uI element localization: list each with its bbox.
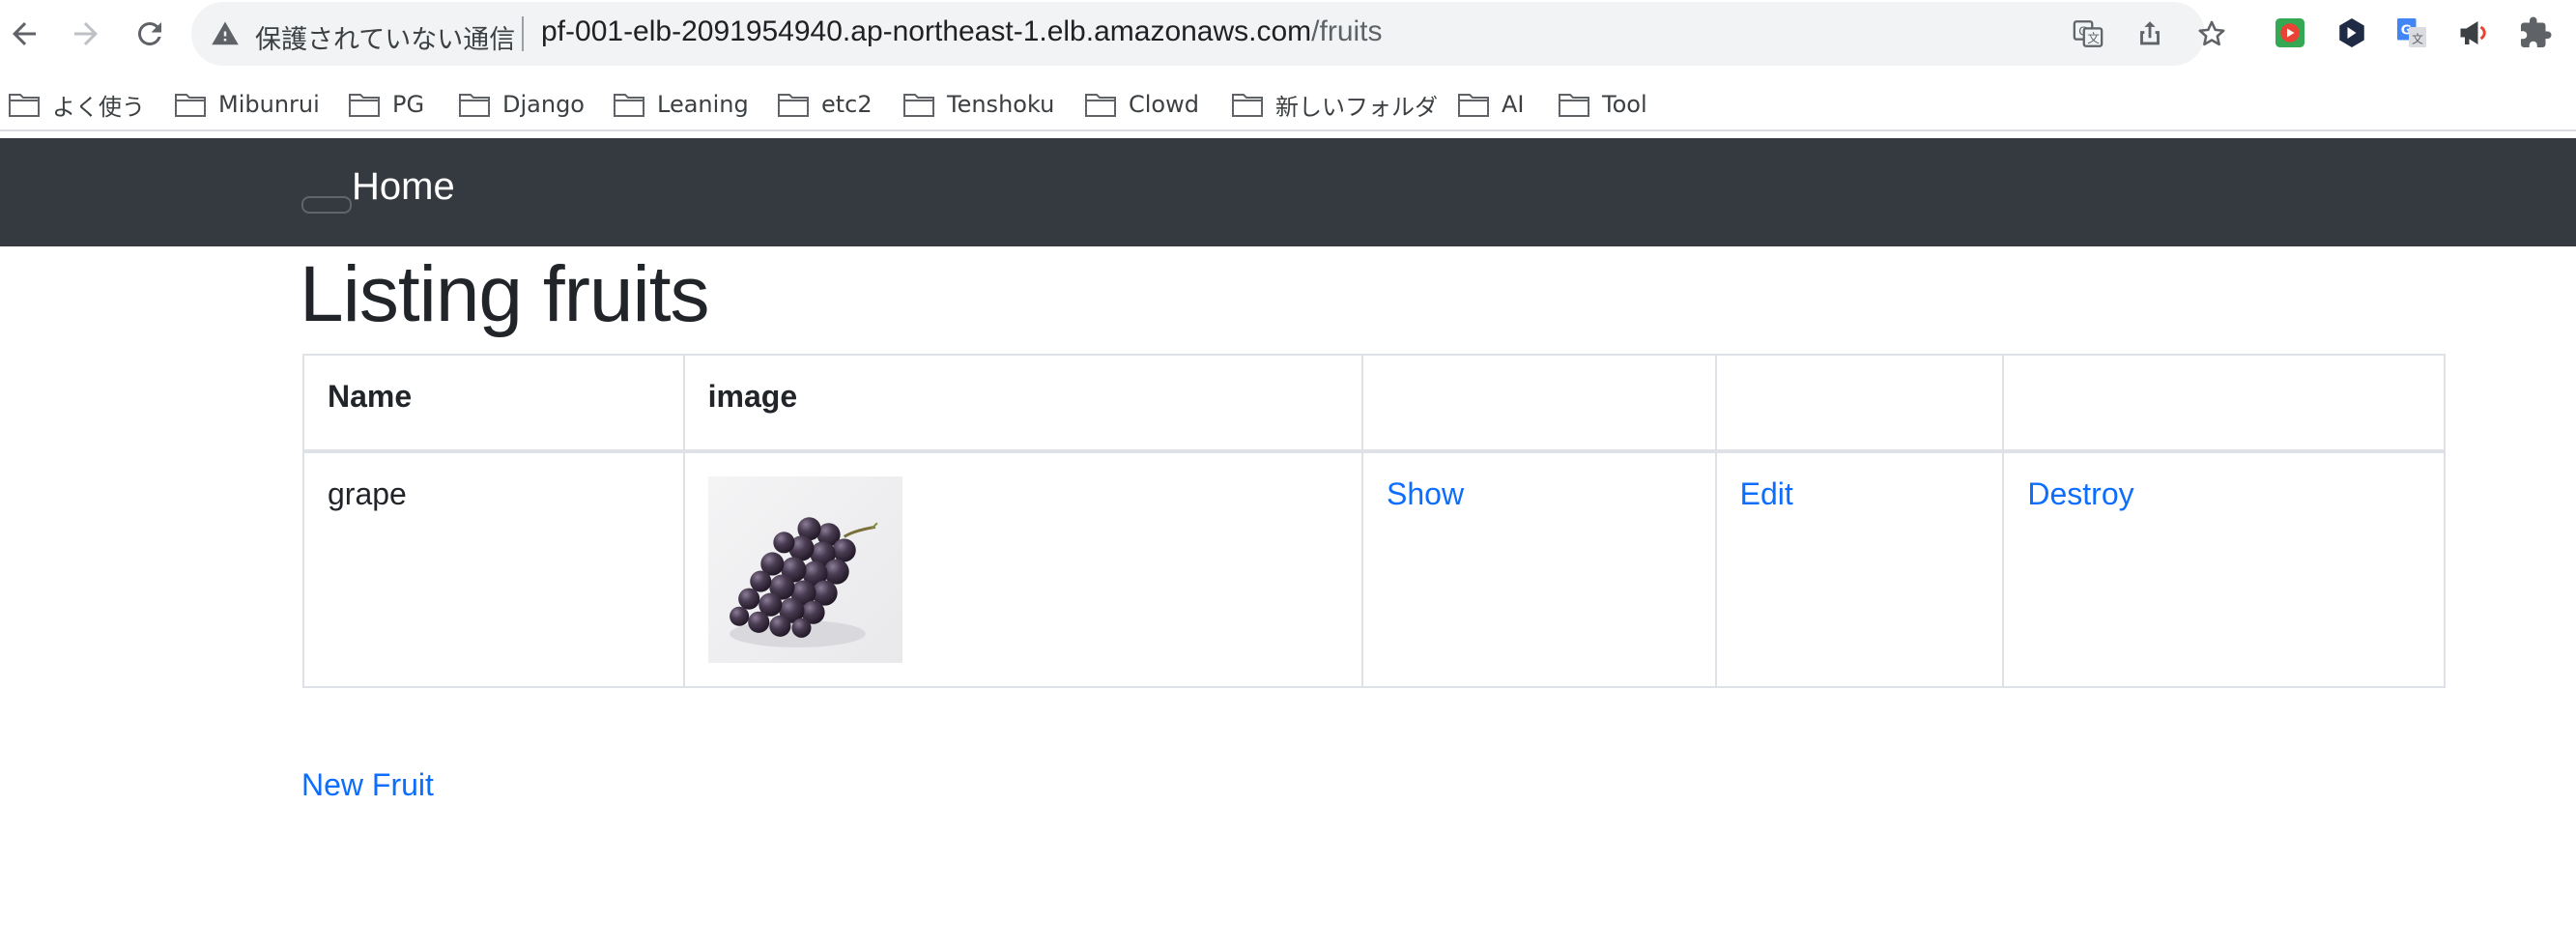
bookmark-label: 新しいフォルダ bbox=[1275, 93, 1438, 121]
fruit-name-cell: grape bbox=[302, 450, 685, 688]
bookmark-folder[interactable]: Tenshoku bbox=[902, 85, 1054, 124]
column-header-blank bbox=[1361, 354, 1717, 453]
security-label[interactable]: 保護されていない通信 bbox=[255, 18, 515, 56]
youtube-extension-icon[interactable] bbox=[2271, 14, 2309, 52]
bookmark-folder[interactable]: PG bbox=[348, 85, 424, 124]
folder-icon bbox=[903, 94, 934, 117]
bookmark-folder[interactable]: 新しいフォルダ bbox=[1231, 85, 1438, 124]
folder-icon bbox=[9, 94, 40, 117]
puzzle-icon[interactable] bbox=[2516, 14, 2555, 52]
browser-toolbar: 保護されていない通信 pf-001-elb-2091954940.ap-nort… bbox=[0, 0, 2576, 68]
bookmark-folder[interactable]: Django bbox=[458, 85, 585, 124]
bookmarks-bar: よく使う Mibunrui PG Django Leaning etc2 Ten… bbox=[0, 77, 2576, 131]
folder-icon bbox=[1458, 94, 1489, 117]
show-cell: Show bbox=[1361, 450, 1717, 688]
home-link[interactable]: Home bbox=[352, 165, 455, 209]
megaphone-extension-icon[interactable] bbox=[2454, 14, 2493, 52]
bookmark-folder[interactable]: Tool bbox=[1558, 85, 1647, 124]
column-header-image: image bbox=[682, 354, 1364, 453]
url-path: /fruits bbox=[1311, 15, 1383, 47]
new-fruit-link[interactable]: New Fruit bbox=[301, 767, 434, 803]
show-link[interactable]: Show bbox=[1387, 476, 1464, 511]
bookmark-folder[interactable]: よく使う bbox=[8, 85, 145, 124]
bookmark-label: Leaning bbox=[657, 91, 749, 118]
bookmark-label: AI bbox=[1502, 91, 1525, 118]
forward-arrow-icon bbox=[74, 22, 98, 45]
folder-icon bbox=[459, 94, 490, 117]
google-translate-extension-icon[interactable]: G文 bbox=[2392, 14, 2431, 52]
folder-icon bbox=[349, 94, 380, 117]
translate-icon[interactable]: G文 bbox=[2070, 15, 2106, 52]
bookmark-folder[interactable]: etc2 bbox=[777, 85, 873, 124]
folder-icon bbox=[1232, 94, 1263, 117]
bookmark-label: よく使う bbox=[52, 93, 145, 121]
folder-icon bbox=[1085, 94, 1116, 117]
bookmark-folder[interactable]: Clowd bbox=[1084, 85, 1199, 124]
page-title: Listing fruits bbox=[300, 250, 710, 338]
address-bar[interactable]: 保護されていない通信 pf-001-elb-2091954940.ap-nort… bbox=[191, 2, 2225, 66]
bookmark-folder[interactable]: Mibunrui bbox=[174, 85, 320, 124]
hexagon-extension-icon[interactable] bbox=[2333, 14, 2371, 52]
bookmark-label: Tool bbox=[1602, 91, 1647, 118]
back-button[interactable] bbox=[2, 12, 46, 56]
folder-icon bbox=[778, 94, 809, 117]
bookmark-label: Clowd bbox=[1129, 91, 1199, 118]
fruit-image-cell bbox=[682, 450, 1364, 688]
omnibox-divider bbox=[522, 16, 524, 51]
folder-icon bbox=[175, 94, 206, 117]
grape-image bbox=[707, 476, 902, 663]
bookmark-label: etc2 bbox=[821, 91, 873, 118]
star-icon[interactable] bbox=[2193, 15, 2230, 52]
destroy-link[interactable]: Destroy bbox=[2027, 476, 2133, 511]
table-row: grape Show Edit Destroy bbox=[302, 450, 2446, 688]
app-navbar: Home bbox=[0, 138, 2576, 246]
url-text[interactable]: pf-001-elb-2091954940.ap-northeast-1.elb… bbox=[541, 15, 1383, 48]
share-icon[interactable] bbox=[2132, 15, 2168, 52]
bookmark-folder[interactable]: AI bbox=[1457, 85, 1525, 124]
url-host: pf-001-elb-2091954940.ap-northeast-1.elb… bbox=[541, 15, 1312, 47]
bookmark-folder[interactable]: Leaning bbox=[613, 85, 749, 124]
folder-icon bbox=[1559, 94, 1589, 117]
reload-icon bbox=[137, 21, 161, 45]
svg-text:文: 文 bbox=[2087, 32, 2100, 46]
column-header-blank bbox=[1714, 354, 2005, 453]
reload-button[interactable] bbox=[128, 12, 172, 56]
column-header-blank bbox=[2002, 354, 2446, 453]
edit-link[interactable]: Edit bbox=[1740, 476, 1793, 511]
table-header-row: Name image bbox=[302, 354, 2446, 453]
bookmark-label: PG bbox=[392, 91, 425, 118]
bookmark-label: Mibunrui bbox=[218, 91, 320, 118]
column-header-name: Name bbox=[302, 354, 685, 453]
edit-cell: Edit bbox=[1714, 450, 2005, 688]
folder-icon bbox=[614, 94, 644, 117]
svg-text:文: 文 bbox=[2412, 32, 2423, 46]
back-arrow-icon bbox=[13, 22, 36, 45]
bookmark-label: Tenshoku bbox=[947, 91, 1055, 118]
bookmark-label: Django bbox=[502, 91, 585, 118]
destroy-cell: Destroy bbox=[2002, 450, 2446, 688]
forward-button[interactable] bbox=[64, 12, 108, 56]
warning-icon[interactable] bbox=[211, 19, 240, 48]
fruits-table: Name image grape Show Edit Destroy bbox=[302, 354, 2446, 688]
navbar-toggler[interactable] bbox=[301, 196, 352, 214]
